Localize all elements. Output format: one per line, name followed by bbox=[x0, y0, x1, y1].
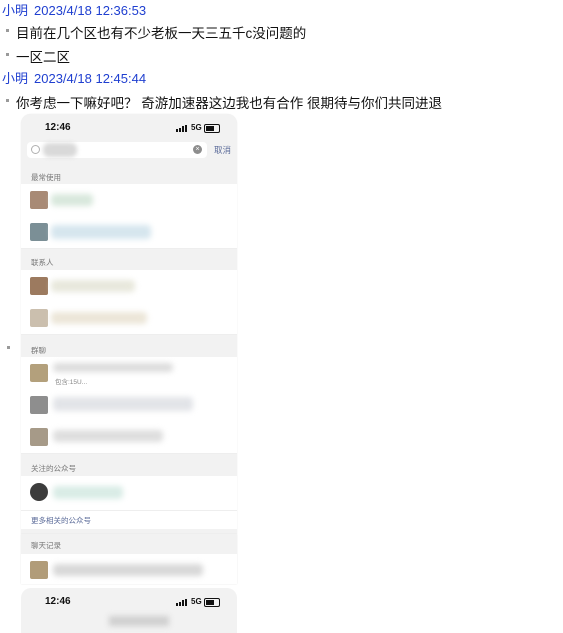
list-item bbox=[21, 554, 237, 584]
avatar bbox=[30, 277, 48, 295]
section-label-contacts: 联系人 bbox=[31, 258, 54, 267]
avatar bbox=[30, 483, 48, 501]
message-line: 你考虑一下嘛好吧？ 奇游加速器这边我也有合作 很期待与你们共同进退 bbox=[6, 92, 442, 112]
avatar bbox=[30, 428, 48, 446]
message-text: 目前在几个区也有不少老板一天三五千c没问题的 bbox=[16, 26, 307, 41]
redacted-name bbox=[53, 564, 203, 576]
avatar bbox=[30, 223, 48, 241]
group-snippet: 包含:15U... bbox=[55, 379, 88, 386]
message-timestamp: 2023/4/18 12:36:53 bbox=[34, 3, 147, 18]
redacted-name bbox=[51, 280, 135, 292]
bullet-icon bbox=[6, 28, 9, 32]
more-official-link: 更多相关的公众号 bbox=[31, 516, 91, 525]
sender-name: 小明 bbox=[2, 71, 29, 86]
network-label: 5G bbox=[191, 597, 202, 606]
phone-status-bar: 12:46 5G bbox=[21, 114, 237, 142]
redacted-name bbox=[51, 194, 93, 206]
more-official-row: 更多相关的公众号 bbox=[21, 511, 237, 529]
avatar bbox=[30, 396, 48, 414]
status-time: 12:46 bbox=[45, 596, 71, 607]
section-label-frequent: 最常使用 bbox=[31, 173, 61, 182]
status-time: 12:46 bbox=[45, 122, 71, 133]
bullet-icon bbox=[6, 98, 9, 102]
clear-icon: × bbox=[193, 145, 202, 154]
bullet-icon bbox=[6, 52, 9, 56]
attached-screenshot-continued: 聊天记录 bbox=[21, 534, 237, 584]
search-icon bbox=[31, 145, 40, 154]
message-timestamp: 2023/4/18 12:45:44 bbox=[34, 71, 147, 86]
section-label-chat-history: 聊天记录 bbox=[31, 541, 61, 550]
signal-icon bbox=[176, 125, 188, 132]
list-item: 包含:15U... bbox=[21, 357, 237, 390]
list-item bbox=[21, 270, 237, 303]
signal-icon bbox=[176, 599, 188, 606]
list-item bbox=[21, 421, 237, 454]
search-bar: × bbox=[27, 142, 207, 158]
avatar bbox=[30, 309, 48, 327]
battery-icon bbox=[204, 598, 220, 607]
message-line: 目前在几个区也有不少老板一天三五千c没问题的 bbox=[6, 22, 306, 42]
network-label: 5G bbox=[191, 123, 202, 132]
message-text: 你考虑一下嘛好吧？ 奇游加速器这边我也有合作 很期待与你们共同进退 bbox=[16, 96, 443, 111]
list-item bbox=[21, 216, 237, 249]
message-text: 一区二区 bbox=[16, 50, 70, 65]
message-line: 一区二区 bbox=[6, 46, 70, 66]
attached-screenshot[interactable]: 12:46 5G × 取消 最常使用 联系人 群聊 包含:15U... 关注的公… bbox=[21, 114, 237, 534]
list-item bbox=[21, 302, 237, 335]
avatar bbox=[30, 561, 48, 579]
redacted-name bbox=[51, 225, 151, 239]
redacted-name bbox=[53, 486, 123, 499]
avatar bbox=[30, 191, 48, 209]
bullet-icon bbox=[7, 346, 10, 349]
redacted-title bbox=[109, 616, 169, 626]
section-label-official: 关注的公众号 bbox=[31, 464, 76, 473]
search-cancel: 取消 bbox=[214, 145, 232, 155]
message-header-1: 小明 2023/4/18 12:36:53 bbox=[2, 0, 146, 19]
list-item bbox=[21, 389, 237, 422]
redacted-query bbox=[43, 143, 77, 157]
redacted-name bbox=[51, 312, 147, 324]
message-header-2: 小明 2023/4/18 12:45:44 bbox=[2, 68, 146, 87]
section-label-groups: 群聊 bbox=[31, 346, 46, 355]
list-item bbox=[21, 476, 237, 511]
attached-screenshot-2[interactable]: 12:46 5G bbox=[21, 588, 237, 633]
redacted-name bbox=[53, 397, 193, 411]
battery-icon bbox=[204, 124, 220, 133]
redacted-name bbox=[53, 430, 163, 442]
list-item bbox=[21, 184, 237, 217]
sender-name: 小明 bbox=[2, 3, 29, 18]
avatar bbox=[30, 364, 48, 382]
redacted-name bbox=[53, 363, 173, 372]
